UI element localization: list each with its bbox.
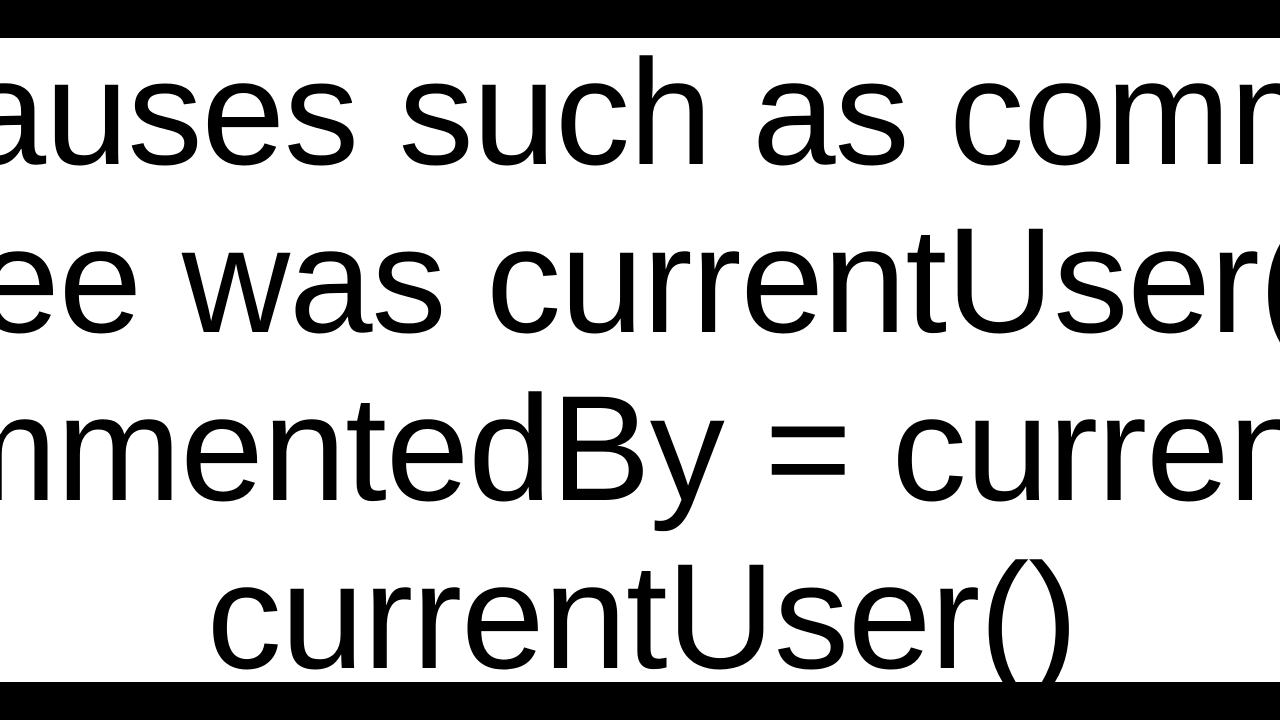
- text-line-2: ee was currentUser(: [0, 196, 1280, 364]
- text-line-4: currentUser(): [207, 532, 1077, 682]
- content-frame: lauses such as comm ee was currentUser( …: [0, 38, 1280, 682]
- text-line-1: lauses such as comm: [0, 38, 1280, 196]
- text-line-3: mmentedBy = current: [0, 364, 1280, 532]
- body-text: lauses such as comm ee was currentUser( …: [0, 38, 1280, 682]
